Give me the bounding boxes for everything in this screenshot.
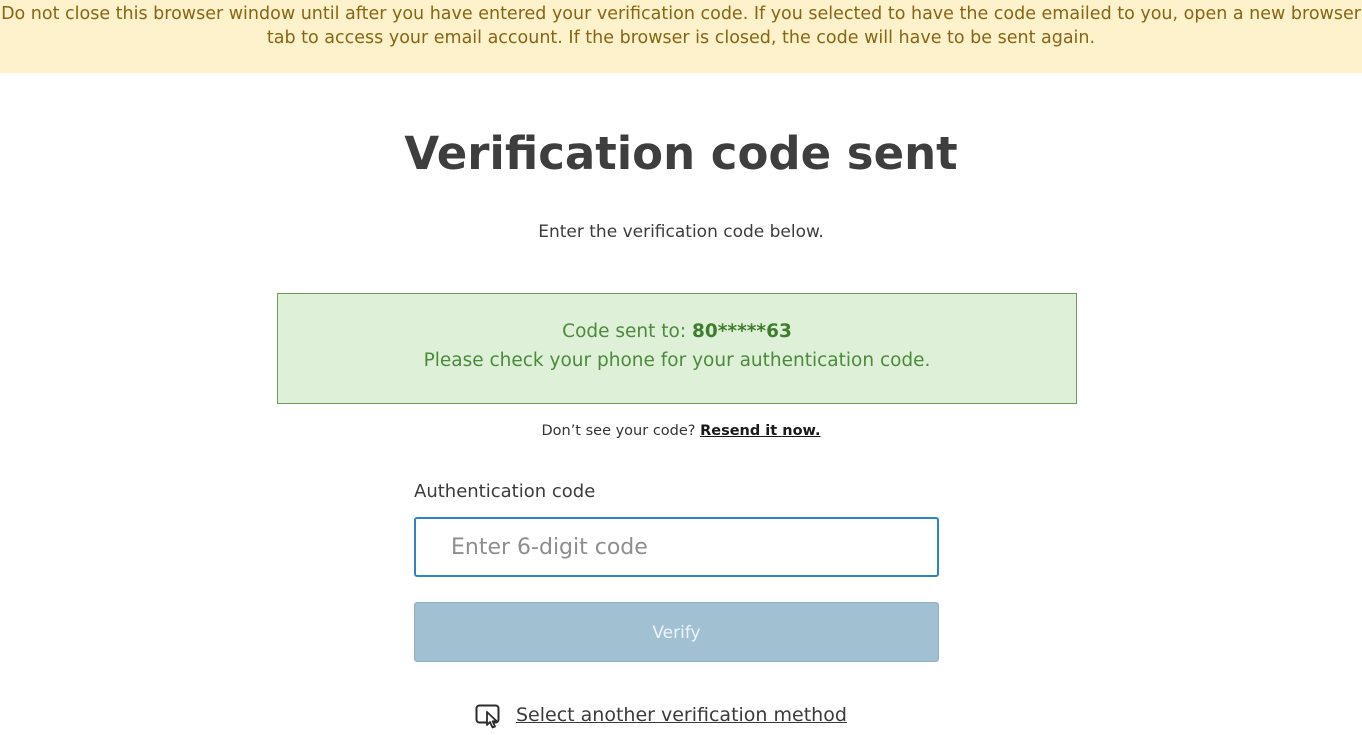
touch-select-icon <box>474 700 504 730</box>
instructions-text: Enter the verification code below. <box>538 222 824 242</box>
warning-banner: Do not close this browser window until a… <box>0 0 1362 73</box>
warning-banner-text: Do not close this browser window until a… <box>1 4 1361 48</box>
code-sent-detail: Please check your phone for your authent… <box>423 350 931 371</box>
verify-button[interactable]: Verify <box>414 602 939 662</box>
resend-link[interactable]: Resend it now. <box>700 423 820 439</box>
select-another-method-link[interactable]: Select another verification method <box>474 700 847 730</box>
code-sent-alert: Code sent to: 80*****63 Please check you… <box>277 293 1077 404</box>
resend-prompt: Don’t see your code? <box>541 423 696 439</box>
auth-code-input[interactable] <box>414 517 939 577</box>
auth-code-label: Authentication code <box>414 481 596 502</box>
select-another-method-label: Select another verification method <box>516 704 847 726</box>
page-title: Verification code sent <box>404 127 958 180</box>
masked-phone-number: 80*****63 <box>691 321 792 342</box>
resend-line: Don’t see your code? Resend it now. <box>0 420 1362 442</box>
code-sent-line: Code sent to: 80*****63 <box>278 317 1076 346</box>
code-sent-prefix: Code sent to: <box>562 321 692 342</box>
